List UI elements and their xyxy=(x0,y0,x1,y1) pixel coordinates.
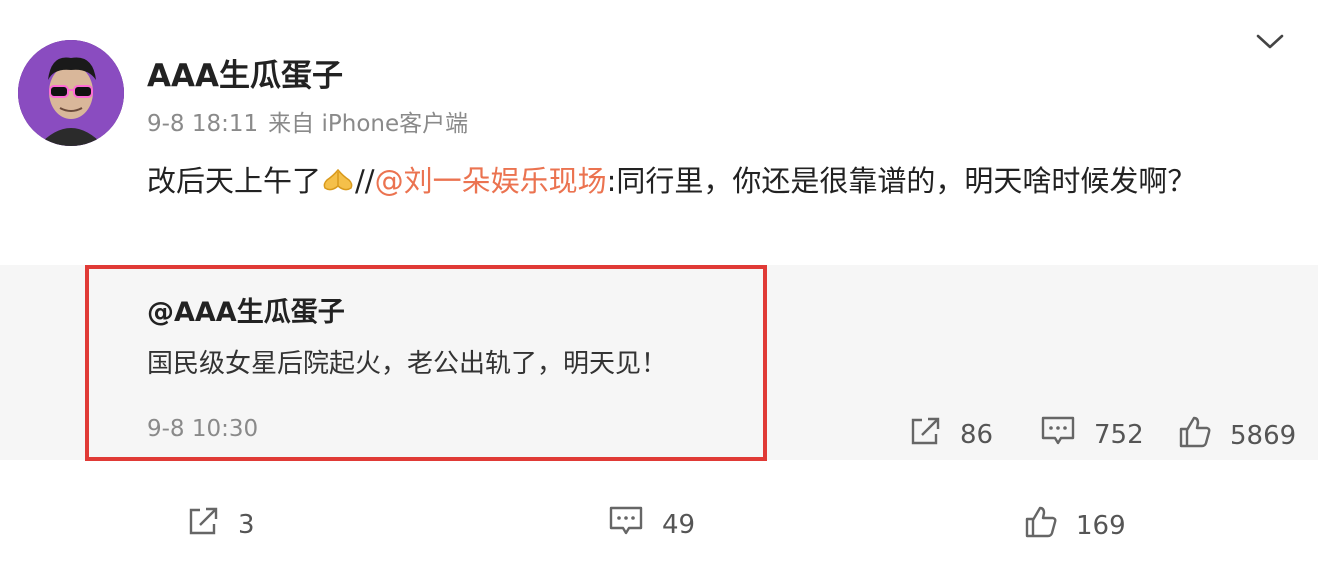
post-time[interactable]: 9-8 18:11 xyxy=(147,111,258,137)
retweet-share-count: 86 xyxy=(960,419,994,450)
post-text: 改后天上午了 //@刘一朵娱乐现场:同行里，你还是很靠谱的，明天啥时候发啊？ xyxy=(147,158,1257,204)
like-button[interactable]: 169 xyxy=(1024,505,1126,546)
comment-count: 49 xyxy=(662,509,696,540)
post-text-before: 改后天上午了 xyxy=(147,164,322,198)
share-icon xyxy=(908,415,942,454)
share-count: 3 xyxy=(238,509,255,540)
thumbs-up-icon xyxy=(1178,415,1212,456)
chevron-down-icon[interactable] xyxy=(1254,30,1286,54)
mention-link[interactable]: @刘一朵娱乐现场 xyxy=(375,164,607,198)
share-button[interactable]: 3 xyxy=(186,505,255,544)
retweet-comment-button[interactable]: 752 xyxy=(1040,415,1144,454)
avatar[interactable] xyxy=(18,40,124,146)
post-username[interactable]: AAA生瓜蛋子 xyxy=(147,50,343,95)
retweet-share-button[interactable]: 86 xyxy=(908,415,993,454)
comment-icon xyxy=(1040,415,1076,454)
pray-emoji-icon xyxy=(321,161,355,191)
post-text-separator: // xyxy=(355,164,375,198)
avatar-image xyxy=(18,40,124,146)
retweet-comment-count: 752 xyxy=(1094,419,1144,450)
comment-icon xyxy=(608,505,644,544)
retweet-time[interactable]: 9-8 10:30 xyxy=(147,416,258,442)
retweet-username[interactable]: @AAA生瓜蛋子 xyxy=(147,290,345,329)
like-count: 169 xyxy=(1076,510,1126,541)
thumbs-up-icon xyxy=(1024,505,1058,546)
retweet-like-button[interactable]: 5869 xyxy=(1178,415,1296,456)
post-source: 来自 iPhone客户端 xyxy=(268,111,469,137)
post-meta: 9-8 18:11 来自 iPhone客户端 xyxy=(147,104,478,138)
retweet-like-count: 5869 xyxy=(1230,420,1297,451)
post-text-after: :同行里，你还是很靠谱的，明天啥时候发啊？ xyxy=(606,164,1197,198)
retweet-text: 国民级女星后院起火，老公出轨了，明天见！ xyxy=(147,349,668,379)
comment-button[interactable]: 49 xyxy=(608,505,695,544)
share-icon xyxy=(186,505,220,544)
